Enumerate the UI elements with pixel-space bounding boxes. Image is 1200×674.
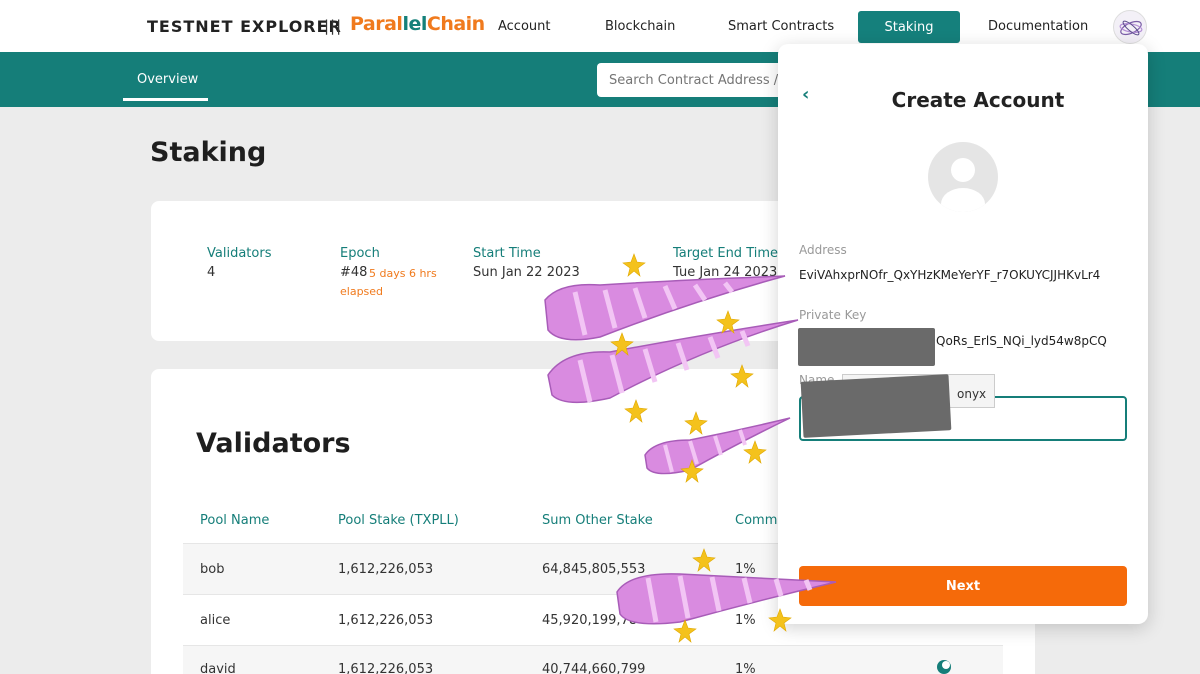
column-sum-other-stake[interactable]: Sum Other Stake: [542, 513, 653, 528]
validators-title: Validators: [196, 428, 351, 459]
row-pool-stake: 1,612,226,053: [338, 613, 434, 628]
row-other-stake: 40,744,660,799: [542, 662, 646, 674]
orbit-logo-icon: [1119, 20, 1143, 36]
row-commission: 1%: [735, 562, 756, 577]
row-commission: 1%: [735, 613, 756, 628]
target-end-time-value: Tue Jan 24 2023: [673, 265, 778, 280]
private-key-label: Private Key: [799, 308, 867, 322]
target-end-time-label: Target End Time: [673, 246, 779, 261]
epoch-value: #48: [340, 265, 368, 280]
column-pool-name[interactable]: Pool Name: [200, 513, 269, 528]
column-pool-stake[interactable]: Pool Stake (TXPLL): [338, 513, 459, 528]
next-button[interactable]: Next: [799, 566, 1127, 606]
user-avatar-icon: [928, 142, 998, 212]
row-commission: 1%: [735, 662, 756, 674]
row-pool-name: david: [200, 662, 236, 674]
brand-title[interactable]: TESTNET EXPLORER: [147, 17, 342, 36]
tab-overview[interactable]: Overview: [137, 72, 198, 87]
page-title: Staking: [150, 137, 267, 168]
nav-documentation[interactable]: Documentation: [988, 19, 1088, 34]
nav-staking[interactable]: Staking: [858, 11, 960, 43]
private-key-value[interactable]: QoRs_ErlS_NQi_lyd54w8pCQ: [936, 334, 1107, 348]
logo-part-2: lel: [402, 13, 427, 35]
start-time-label: Start Time: [473, 246, 541, 261]
validator-status-icon[interactable]: [934, 658, 954, 674]
nav-blockchain[interactable]: Blockchain: [605, 19, 675, 34]
create-account-modal: ‹ Create Account Address EviVAhxprNOfr_Q…: [778, 44, 1148, 624]
column-commission[interactable]: Comm: [735, 513, 777, 528]
brand-separator: |||: [324, 17, 343, 35]
redacted-private-key-prefix: [798, 328, 935, 366]
validators-count-value: 4: [207, 265, 216, 280]
epoch-elapsed-text: elapsed: [340, 285, 384, 298]
epoch-elapsed-duration: 5 days 6 hrs: [369, 267, 437, 280]
epoch-label: Epoch: [340, 246, 380, 261]
tab-active-underline: [123, 98, 208, 101]
nav-smart-contracts[interactable]: Smart Contracts: [728, 19, 834, 34]
parallelchain-logo[interactable]: ParallelChain: [350, 13, 485, 35]
modal-title: Create Account: [891, 88, 1065, 112]
wallet-avatar-icon[interactable]: [1113, 10, 1147, 44]
logo-part-3: Chain: [426, 13, 485, 35]
row-other-stake: 64,845,805,553: [542, 562, 646, 577]
row-other-stake: 45,920,199,78: [542, 613, 638, 628]
redacted-name-input: [800, 374, 952, 438]
address-label: Address: [799, 243, 847, 257]
row-pool-stake: 1,612,226,053: [338, 562, 434, 577]
row-pool-name: alice: [200, 613, 231, 628]
search-input[interactable]: [597, 63, 797, 97]
start-time-value: Sun Jan 22 2023: [473, 265, 580, 280]
suggestion-text: onyx: [957, 387, 987, 401]
validators-count-label: Validators: [207, 246, 272, 261]
row-pool-stake: 1,612,226,053: [338, 662, 434, 674]
logo-part-1: Paral: [350, 13, 403, 35]
address-value[interactable]: EviVAhxprNOfr_QxYHzKMeYerYF_r7OKUYCJJHKv…: [799, 268, 1100, 282]
nav-account[interactable]: Account: [498, 19, 551, 34]
row-pool-name: bob: [200, 562, 225, 577]
